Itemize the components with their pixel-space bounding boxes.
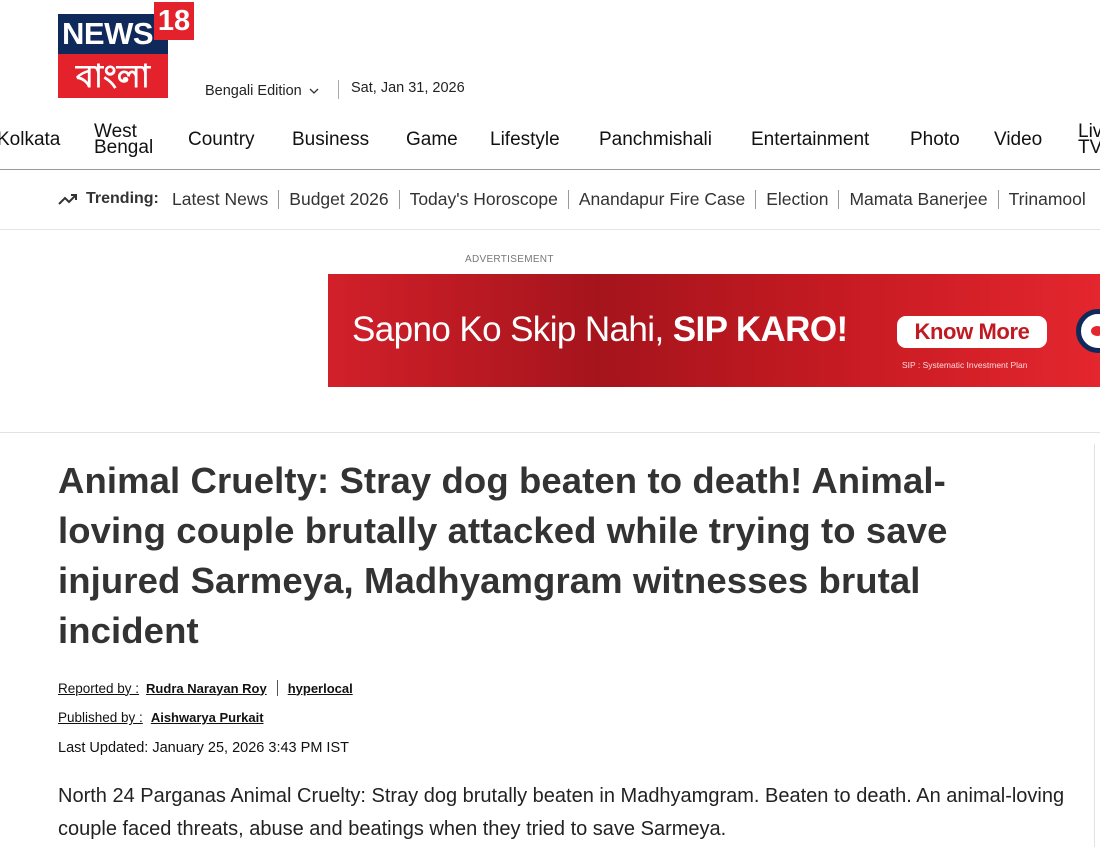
trending-separator	[997, 190, 999, 209]
header-separator	[338, 80, 339, 99]
current-date: Sat, Jan 31, 2026	[351, 80, 465, 96]
logo-18-text: 18	[154, 2, 194, 40]
chevron-down-icon	[309, 88, 319, 94]
nav-item-live-tv[interactable]: Live TV	[1078, 122, 1100, 157]
reported-by-row: Reported by : Rudra Narayan Roy hyperloc…	[58, 680, 353, 696]
trending-item-trinamool[interactable]: Trinamool	[1009, 189, 1086, 210]
trending-item-mamata-banerjee[interactable]: Mamata Banerjee	[849, 189, 987, 210]
know-more-button[interactable]: Know More	[897, 316, 1047, 348]
logo-bangla-text: বাংলা	[58, 54, 168, 98]
category-link[interactable]: hyperlocal	[288, 681, 353, 696]
trending-separator	[398, 190, 400, 209]
trending-separator	[567, 190, 569, 209]
nav-item-west-bengal[interactable]: West Bengal	[94, 122, 164, 157]
trending-item-election[interactable]: Election	[766, 189, 828, 210]
article-headline: Animal Cruelty: Stray dog beaten to deat…	[58, 460, 948, 651]
ad-footnote: SIP : Systematic Investment Plan	[902, 360, 1028, 370]
column-divider	[1094, 444, 1095, 847]
ad-text-regular: Sapno Ko Skip Nahi,	[352, 310, 673, 349]
nav-item-panchmishali[interactable]: Panchmishali	[599, 129, 712, 151]
reporter-link[interactable]: Rudra Narayan Roy	[146, 681, 267, 696]
last-updated: Last Updated: January 25, 2026 3:43 PM I…	[58, 740, 349, 756]
advertisement-label: ADVERTISEMENT	[465, 254, 554, 265]
main-nav: Kolkata West Bengal Country Business Gam…	[0, 118, 1100, 170]
trending-list: Latest News Budget 2026 Today's Horoscop…	[172, 189, 1086, 210]
meta-separator	[276, 680, 278, 696]
advertiser-logo-icon	[1076, 309, 1100, 353]
trending-item-horoscope[interactable]: Today's Horoscope	[410, 189, 558, 210]
trending-label: Trending:	[86, 190, 159, 207]
edition-selector[interactable]: Bengali Edition	[205, 83, 320, 99]
trending-separator	[838, 190, 840, 209]
reported-by-label: Reported by :	[58, 680, 140, 696]
nav-item-photo[interactable]: Photo	[910, 129, 960, 151]
trending-item-anandapur-fire-case[interactable]: Anandapur Fire Case	[579, 189, 745, 210]
trending-item-latest-news[interactable]: Latest News	[172, 189, 268, 210]
logo-news-text: NEWS	[58, 14, 168, 54]
trending-arrow-icon	[58, 194, 77, 205]
nav-item-country[interactable]: Country	[188, 129, 255, 151]
nav-item-business[interactable]: Business	[292, 129, 369, 151]
trending-separator	[278, 190, 280, 209]
edition-label: Bengali Edition	[205, 83, 302, 99]
nav-item-video[interactable]: Video	[994, 129, 1042, 151]
trending-separator	[755, 190, 757, 209]
section-divider	[0, 432, 1100, 433]
trending-bar: Trending: Latest News Budget 2026 Today'…	[0, 170, 1100, 230]
publisher-link[interactable]: Aishwarya Purkait	[151, 710, 264, 725]
ad-headline: Sapno Ko Skip Nahi, SIP KARO!	[352, 310, 848, 350]
published-by-label: Published by :	[58, 710, 143, 725]
nav-item-lifestyle[interactable]: Lifestyle	[490, 129, 560, 151]
published-by-row: Published by : Aishwarya Purkait	[58, 710, 264, 725]
nav-item-kolkata[interactable]: Kolkata	[0, 129, 60, 151]
nav-item-game[interactable]: Game	[406, 129, 458, 151]
news18-bangla-logo[interactable]: NEWS 18 বাংলা	[58, 2, 194, 98]
nav-item-entertainment[interactable]: Entertainment	[751, 129, 869, 151]
sip-ad-banner[interactable]: Sapno Ko Skip Nahi, SIP KARO! Know More …	[328, 274, 1100, 387]
trending-item-budget-2026[interactable]: Budget 2026	[289, 189, 388, 210]
ad-text-bold: SIP KARO!	[672, 310, 848, 349]
article-summary: North 24 Parganas Animal Cruelty: Stray …	[58, 785, 1065, 840]
